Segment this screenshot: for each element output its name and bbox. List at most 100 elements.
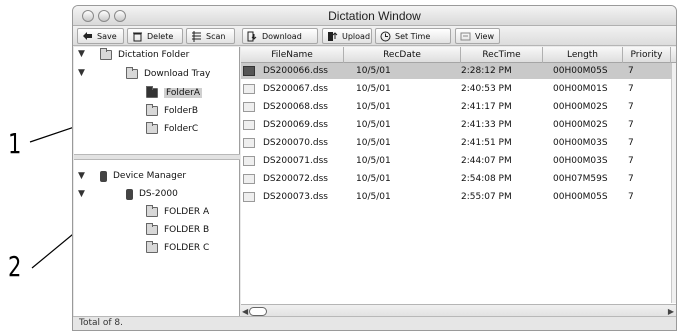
cell-priority: 7 (628, 138, 634, 148)
scroll-right-arrow-icon[interactable]: ▶ (668, 307, 674, 316)
callout-1: 1 (8, 127, 22, 160)
cell-priority: 7 (628, 120, 634, 130)
table-row[interactable]: DS200068.dss 10/5/01 2:41:17 PM 00H00M02… (241, 99, 671, 115)
view-button[interactable]: View (455, 28, 500, 44)
cell-rectime: 2:54:08 PM (461, 174, 512, 184)
sound-file-icon (243, 192, 255, 202)
column-header-filename[interactable]: FileName (241, 47, 344, 63)
tree-item-label: FOLDER B (164, 225, 210, 235)
cell-rectime: 2:41:51 PM (461, 138, 512, 148)
column-header-length[interactable]: Length (543, 47, 623, 63)
set-time-button[interactable]: Set Time (375, 28, 451, 44)
toolbar: Save Delete Scan Download Upload Set Tim… (73, 26, 676, 46)
folder-icon (100, 48, 112, 60)
tree-item-device-manager[interactable]: Device Manager (100, 168, 186, 184)
table-row[interactable]: DS200072.dss 10/5/01 2:54:08 PM 00H07M59… (241, 171, 671, 187)
tree-item-folder-b[interactable]: FolderB (146, 103, 198, 119)
cell-recdate: 10/5/01 (356, 174, 391, 184)
table-row[interactable]: DS200070.dss 10/5/01 2:41:51 PM 00H00M03… (241, 135, 671, 151)
status-bar: Total of 8. (73, 316, 676, 330)
vertical-scrollbar[interactable] (671, 63, 676, 303)
tree-item-label: FOLDER A (164, 207, 210, 217)
cell-length: 00H00M01S (553, 84, 608, 94)
cell-filename: DS200067.dss (263, 84, 328, 94)
sound-file-icon (243, 102, 255, 112)
tree-item-device-folder-a[interactable]: FOLDER A (146, 204, 209, 220)
disclosure-triangle-icon[interactable]: ▼ (78, 171, 85, 181)
disclosure-triangle-icon[interactable]: ▼ (78, 68, 85, 78)
folder-icon (146, 122, 158, 134)
download-icon (247, 31, 258, 42)
folder-icon (146, 104, 158, 116)
table-row[interactable]: DS200069.dss 10/5/01 2:41:33 PM 00H00M02… (241, 117, 671, 133)
callout-2: 2 (8, 250, 22, 283)
view-label: View (475, 31, 494, 41)
disclosure-triangle-icon[interactable]: ▼ (78, 49, 85, 59)
cell-priority: 7 (628, 84, 634, 94)
tree-item-download-tray[interactable]: Download Tray (126, 66, 210, 82)
sound-file-icon (243, 84, 255, 94)
table-row[interactable]: DS200066.dss 10/5/01 2:28:12 PM 00H00M05… (241, 63, 671, 79)
cell-recdate: 10/5/01 (356, 120, 391, 130)
folder-icon (146, 205, 158, 217)
cell-filename: DS200069.dss (263, 120, 328, 130)
cell-recdate: 10/5/01 (356, 66, 391, 76)
table-row[interactable]: DS200073.dss 10/5/01 2:55:07 PM 00H00M05… (241, 189, 671, 205)
scroll-left-arrow-icon[interactable]: ◀ (242, 307, 248, 316)
tree-item-dictation-folder[interactable]: Dictation Folder (100, 47, 189, 63)
save-icon (82, 31, 93, 42)
tree-item-label: FolderB (164, 106, 198, 116)
delete-button[interactable]: Delete (127, 28, 183, 44)
pane-splitter[interactable] (74, 154, 240, 160)
table-row[interactable]: DS200071.dss 10/5/01 2:44:07 PM 00H00M03… (241, 153, 671, 169)
cell-filename: DS200068.dss (263, 102, 328, 112)
sound-file-icon (243, 174, 255, 184)
tree-item-label: FOLDER C (164, 243, 210, 253)
cell-length: 00H00M05S (553, 192, 608, 202)
cell-priority: 7 (628, 66, 634, 76)
upload-label: Upload (342, 31, 371, 41)
tree-item-folder-a[interactable]: FolderA (146, 85, 202, 101)
cell-recdate: 10/5/01 (356, 138, 391, 148)
cell-filename: DS200071.dss (263, 156, 328, 166)
cell-length: 00H00M03S (553, 156, 608, 166)
folder-icon (146, 223, 158, 235)
sound-file-icon (243, 138, 255, 148)
status-text: Total of 8. (79, 318, 124, 328)
column-header-recdate[interactable]: RecDate (344, 47, 461, 63)
sound-file-icon (243, 66, 255, 76)
cell-filename: DS200070.dss (263, 138, 328, 148)
sound-file-icon (243, 120, 255, 130)
download-button[interactable]: Download (242, 28, 318, 44)
tree-item-label: DS-2000 (139, 189, 178, 199)
tree-item-ds2000[interactable]: DS-2000 (126, 186, 178, 202)
tree-item-device-folder-c[interactable]: FOLDER C (146, 240, 209, 256)
table-header: FileName RecDate RecTime Length Priority (241, 47, 676, 63)
column-header-priority[interactable]: Priority (623, 47, 671, 63)
cell-rectime: 2:40:53 PM (461, 84, 512, 94)
cell-priority: 7 (628, 174, 634, 184)
tree-item-folder-c[interactable]: FolderC (146, 121, 198, 137)
table-row[interactable]: DS200067.dss 10/5/01 2:40:53 PM 00H00M01… (241, 81, 671, 97)
trash-icon (132, 31, 143, 42)
scan-icon (191, 30, 202, 42)
cell-rectime: 2:44:07 PM (461, 156, 512, 166)
sound-file-icon (243, 156, 255, 166)
tree-item-label: FolderC (164, 124, 199, 134)
scroll-thumb[interactable] (249, 307, 267, 316)
scan-label: Scan (206, 31, 226, 41)
cell-recdate: 10/5/01 (356, 84, 391, 94)
upload-button[interactable]: Upload (322, 28, 372, 44)
disclosure-triangle-icon[interactable]: ▼ (78, 189, 85, 199)
tree-item-device-folder-b[interactable]: FOLDER B (146, 222, 209, 238)
upload-icon (327, 31, 338, 42)
save-button[interactable]: Save (77, 28, 124, 44)
column-header-rectime[interactable]: RecTime (461, 47, 543, 63)
cell-priority: 7 (628, 102, 634, 112)
cell-rectime: 2:28:12 PM (461, 66, 512, 76)
set-time-label: Set Time (395, 31, 431, 41)
device-icon (100, 170, 107, 182)
tree-item-label: Download Tray (144, 69, 211, 79)
scan-button[interactable]: Scan (186, 28, 235, 44)
folder-tree-pane: ▼ Dictation Folder ▼ Download Tray Folde… (74, 47, 240, 318)
